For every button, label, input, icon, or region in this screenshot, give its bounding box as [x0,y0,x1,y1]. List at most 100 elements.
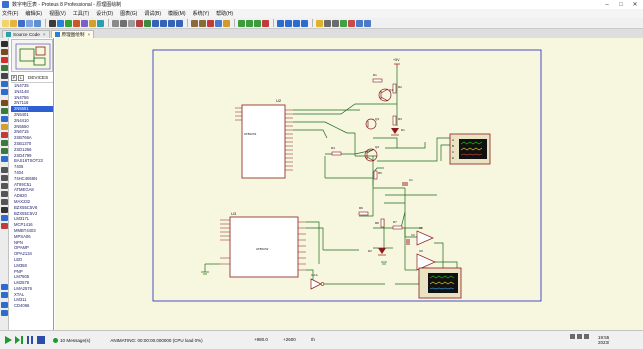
block-move-icon[interactable] [246,19,253,27]
minimize-button[interactable]: – [600,0,614,9]
tape-recorder-icon[interactable] [1,124,8,130]
tab-schematic[interactable]: 原理图绘制 × [50,30,95,38]
pick-device-icon[interactable] [277,19,284,27]
line-icon[interactable] [1,167,8,173]
undo-icon[interactable] [191,19,198,27]
make-device-icon[interactable] [285,19,292,27]
library-manager-button[interactable]: L [18,74,24,81]
bus-icon[interactable] [1,81,8,87]
schematic-canvas[interactable]: U2 AT89C51 U3 AT89C52 +5V R1 R2 R3 R4 R5… [55,38,643,330]
zoom-out-icon[interactable] [160,19,167,27]
menu-design[interactable]: 设计(D) [96,10,113,17]
arc-icon[interactable] [1,191,8,197]
3d-view-icon[interactable] [73,19,80,27]
play-icon[interactable] [3,336,12,345]
open-folder-icon[interactable] [10,19,17,27]
text-icon[interactable] [1,207,8,213]
schematic-icon[interactable] [57,19,64,27]
toggle-grid-icon[interactable] [120,19,127,27]
bom-icon[interactable] [89,19,96,27]
selection-mode-icon[interactable] [1,41,8,47]
overview-preview[interactable] [11,39,53,72]
oscilloscope-top[interactable]: A B C D [449,133,491,165]
subcircuit-icon[interactable] [1,89,8,95]
refresh-icon[interactable] [112,19,119,27]
device-list-item[interactable]: CD4066 [11,303,53,309]
junction-dot-icon[interactable] [1,57,8,63]
cut-icon[interactable] [207,19,214,27]
remove-sheet-icon[interactable] [348,19,355,27]
menu-help[interactable]: 帮助(H) [216,10,233,17]
circle-icon[interactable] [1,183,8,189]
virtual-instrument-icon[interactable] [1,156,8,162]
generator-icon[interactable] [1,132,8,138]
device-pin-icon[interactable] [1,108,8,114]
rotate-ccw-icon[interactable] [1,292,8,298]
current-probe-icon[interactable] [1,148,8,154]
origin-icon[interactable] [128,19,135,27]
input-method-icon[interactable] [584,334,589,339]
import-icon[interactable] [26,19,33,27]
text-script-icon[interactable] [1,73,8,79]
terminal-icon[interactable] [1,100,8,106]
cursor-icon[interactable] [136,19,143,27]
power-terminal[interactable]: +5V [393,58,400,68]
source-code-icon[interactable] [97,19,104,27]
network-icon[interactable] [570,334,575,339]
exit-to-parent-icon[interactable] [356,19,363,27]
close-icon[interactable]: × [43,32,46,37]
step-icon[interactable] [14,336,23,345]
oscilloscope-bottom[interactable] [418,267,462,299]
ic-u2[interactable]: U2 AT89C51 [235,98,293,179]
pan-icon[interactable] [144,19,151,27]
pause-icon[interactable] [25,336,34,345]
schematic-drawing[interactable]: U2 AT89C51 U3 AT89C52 +5V R1 R2 R3 R4 R5… [55,38,643,330]
package-tool-icon[interactable] [293,19,300,27]
symbol-icon[interactable] [1,215,8,221]
block-delete-icon[interactable] [262,19,269,27]
zoom-in-icon[interactable] [152,19,159,27]
pick-device-button[interactable]: P [11,74,17,81]
block-copy-icon[interactable] [238,19,245,27]
block-rotate-icon[interactable] [254,19,261,27]
message-count[interactable]: 10 Message(s) [53,337,90,343]
menu-system[interactable]: 系统(Y) [192,10,209,17]
marker-icon[interactable] [1,223,8,229]
voltage-probe-icon[interactable] [1,140,8,146]
export-icon[interactable] [34,19,41,27]
close-button[interactable]: ✕ [628,0,642,9]
graph-icon[interactable] [1,116,8,122]
wire-autorouter-icon[interactable] [316,19,323,27]
system-clock[interactable]: 19:55 2023/ [598,335,609,345]
netlist-icon[interactable] [364,19,371,27]
home-icon[interactable] [49,19,56,27]
paste-icon[interactable] [223,19,230,27]
zoom-area-icon[interactable] [176,19,183,27]
menu-library[interactable]: 模版(M) [168,10,186,17]
menu-debug[interactable]: 调试(B) [144,10,161,17]
new-sheet-icon[interactable] [340,19,347,27]
close-icon[interactable]: × [88,32,91,37]
zoom-fit-icon[interactable] [168,19,175,27]
diodes[interactable] [378,128,399,256]
new-file-icon[interactable] [2,19,9,27]
menu-view[interactable]: 视图(V) [49,10,66,17]
gerber-icon[interactable] [81,19,88,27]
component-mode-icon[interactable] [1,49,8,55]
menu-edit[interactable]: 编辑(E) [25,10,42,17]
volume-icon[interactable] [577,334,582,339]
path-icon[interactable] [1,199,8,205]
tab-source-code[interactable]: Source Code × [2,30,50,38]
menu-file[interactable]: 文件(F) [2,10,18,17]
menu-graph[interactable]: 图表(G) [120,10,137,17]
wire-label-icon[interactable] [1,65,8,71]
transistors[interactable] [364,88,392,162]
ic-u3[interactable]: U3 AT89C52 [220,211,306,278]
redo-icon[interactable] [199,19,206,27]
inverter-u4a[interactable]: U4:A [310,273,325,290]
mirror-x-icon[interactable] [1,302,8,308]
mirror-y-icon[interactable] [1,310,8,316]
stop-icon[interactable] [36,336,45,345]
pcb-icon[interactable] [65,19,72,27]
property-tool-icon[interactable] [332,19,339,27]
